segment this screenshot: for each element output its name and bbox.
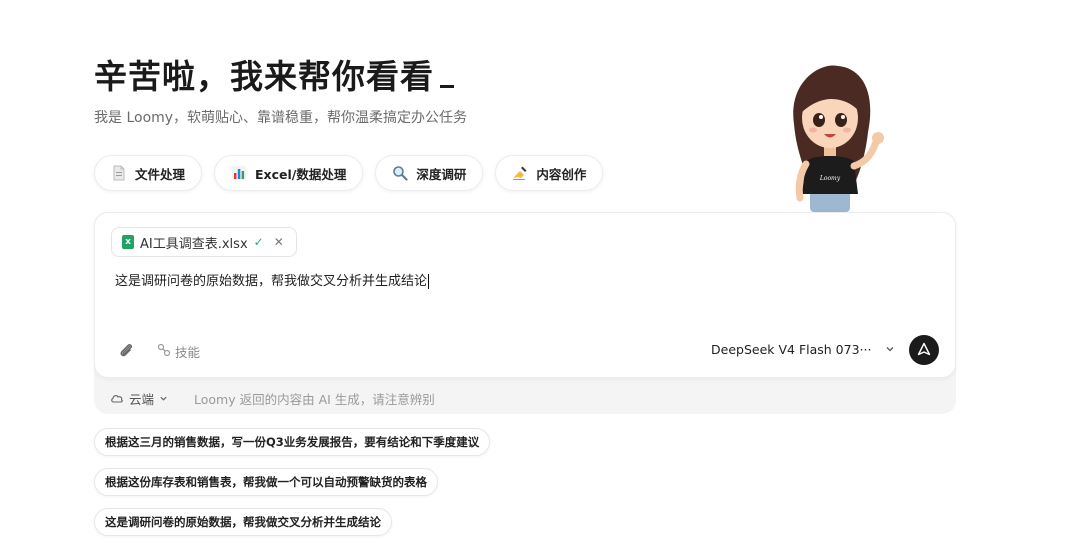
model-selector[interactable]: DeepSeek V4 Flash 073··· (711, 342, 895, 357)
chevron-down-icon (159, 391, 168, 406)
page-title: 辛苦啦，我来帮你看看 (94, 50, 454, 98)
writing-hand-icon (512, 165, 528, 181)
send-button[interactable] (909, 335, 939, 365)
message-input[interactable]: 这是调研问卷的原始数据，帮我做交叉分析并生成结论 (115, 270, 430, 289)
bar-chart-icon (231, 165, 247, 181)
page-title-text: 辛苦啦，我来帮你看看 (94, 57, 434, 96)
typing-cursor (440, 85, 454, 88)
quick-action-research[interactable]: 深度调研 (375, 155, 484, 191)
text-caret (428, 274, 430, 289)
skills-label: 技能 (175, 345, 201, 360)
chat-composer: x AI工具调查表.xlsx ✓ ✕ 这是调研问卷的原始数据，帮我做交叉分析并生… (94, 212, 956, 378)
quick-actions: 文件处理 Excel/数据处理 深度调研 内容创作 (94, 155, 604, 191)
attach-paperclip-icon[interactable] (117, 341, 135, 359)
quick-action-excel[interactable]: Excel/数据处理 (214, 155, 364, 191)
magnifier-icon (392, 165, 408, 181)
message-input-value: 这是调研问卷的原始数据，帮我做交叉分析并生成结论 (115, 274, 428, 289)
suggestion-chip[interactable]: 根据这份库存表和销售表，帮我做一个可以自动预警缺货的表格 (94, 468, 438, 496)
model-name: DeepSeek V4 Flash 073··· (711, 342, 872, 357)
skills-link-icon (157, 343, 171, 360)
composer-footer: 云端 Loomy 返回的内容由 AI 生成，请注意辨别 (110, 389, 435, 408)
chevron-down-icon (885, 342, 895, 357)
send-arrow-icon (917, 341, 931, 360)
mascot-illustration: Loomy (780, 62, 900, 212)
quick-action-label: 文件处理 (135, 166, 186, 182)
file-icon (111, 165, 127, 181)
attached-file-name: AI工具调查表.xlsx (140, 236, 248, 252)
run-mode-selector[interactable]: 云端 (110, 389, 168, 408)
skills-button[interactable]: 技能 (157, 342, 200, 361)
page-subtitle: 我是 Loomy，软萌贴心、靠谱稳重，帮你温柔搞定办公任务 (94, 110, 468, 126)
quick-action-writing[interactable]: 内容创作 (495, 155, 604, 191)
mascot-shirt-text: Loomy (819, 175, 841, 182)
upload-complete-check-icon: ✓ (253, 235, 264, 249)
excel-file-icon: x (122, 235, 134, 249)
quick-action-file[interactable]: 文件处理 (94, 155, 203, 191)
attached-file-chip[interactable]: x AI工具调查表.xlsx ✓ ✕ (111, 227, 297, 257)
remove-attachment-close-icon[interactable]: ✕ (274, 235, 284, 249)
quick-action-label: 深度调研 (416, 166, 467, 182)
quick-action-label: 内容创作 (536, 166, 587, 182)
suggestion-chip[interactable]: 这是调研问卷的原始数据，帮我做交叉分析并生成结论 (94, 508, 392, 536)
run-mode-label: 云端 (129, 392, 155, 407)
quick-action-label: Excel/数据处理 (255, 166, 347, 182)
suggestion-list: 根据这三月的销售数据，写一份Q3业务发展报告，要有结论和下季度建议 根据这份库存… (94, 428, 491, 536)
cloud-icon (110, 391, 124, 406)
suggestion-chip[interactable]: 根据这三月的销售数据，写一份Q3业务发展报告，要有结论和下季度建议 (94, 428, 491, 456)
ai-disclaimer: Loomy 返回的内容由 AI 生成，请注意辨别 (194, 392, 435, 407)
